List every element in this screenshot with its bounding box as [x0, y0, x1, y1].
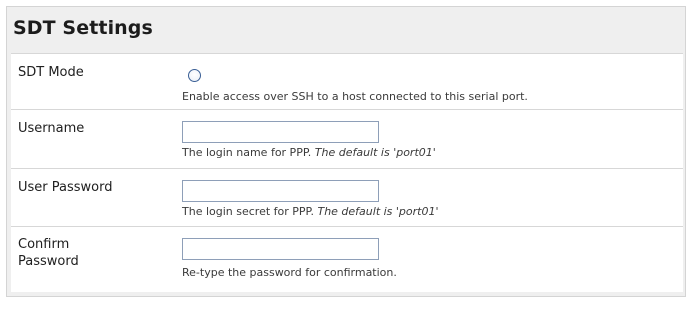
sdt-mode-label: SDT Mode [18, 65, 84, 80]
confirm-password-label-line2: Password [18, 254, 79, 269]
confirm-password-input[interactable] [182, 238, 379, 260]
setting-row-sdt-mode: SDT Mode Enable access over SSH to a hos… [11, 53, 683, 109]
setting-row-confirm-password: Confirm Password Re-type the password fo… [11, 226, 683, 292]
username-default-note: The default is 'port01' [314, 146, 436, 159]
confirm-password-help: Re-type the password for confirmation. [182, 266, 397, 279]
sdt-mode-help-text: Enable access over SSH to a host connect… [182, 90, 528, 103]
sdt-mode-help: Enable access over SSH to a host connect… [182, 90, 528, 103]
sdt-mode-radio[interactable] [188, 69, 201, 82]
panel-title: SDT Settings [13, 17, 153, 39]
username-input[interactable] [182, 121, 379, 143]
username-help: The login name for PPP. The default is '… [182, 146, 436, 159]
confirm-password-help-text: Re-type the password for confirmation. [182, 266, 397, 279]
confirm-password-label: Confirm Password [18, 236, 79, 270]
user-password-input[interactable] [182, 180, 379, 202]
user-password-help-text: The login secret for PPP. [182, 205, 318, 218]
user-password-help: The login secret for PPP. The default is… [182, 205, 439, 218]
username-label: Username [18, 121, 85, 136]
username-help-text: The login name for PPP. [182, 146, 315, 159]
setting-row-user-password: User Password The login secret for PPP. … [11, 168, 683, 226]
user-password-label: User Password [18, 180, 113, 195]
user-password-default-note: The default is 'port01' [317, 205, 439, 218]
confirm-password-label-line1: Confirm [18, 237, 70, 252]
sdt-settings-panel: SDT Settings SDT Mode Enable access over… [6, 6, 686, 297]
setting-row-username: Username The login name for PPP. The def… [11, 109, 683, 168]
